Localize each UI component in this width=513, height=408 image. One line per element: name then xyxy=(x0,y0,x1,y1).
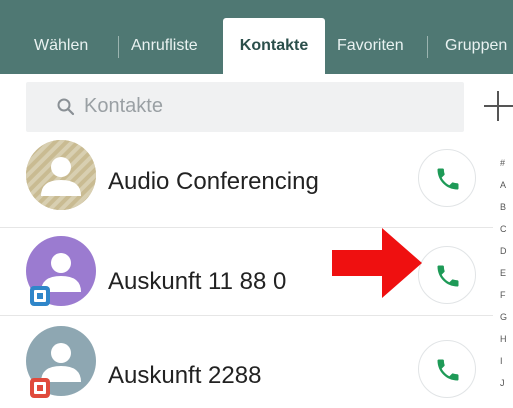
index-letter[interactable]: E xyxy=(500,268,512,278)
tab-divider xyxy=(118,36,119,58)
contact-name: Auskunft 2288 xyxy=(108,362,262,389)
call-button[interactable] xyxy=(418,246,476,304)
contact-name: Audio Conferencing xyxy=(108,168,319,195)
sim-card-icon xyxy=(30,378,50,398)
contact-row[interactable]: Auskunft 2288 xyxy=(0,316,493,404)
contact-name: Auskunft 11 88 0 xyxy=(108,268,287,295)
index-letter[interactable]: B xyxy=(500,202,512,212)
index-letter[interactable]: G xyxy=(500,312,512,322)
plus-icon xyxy=(484,91,513,121)
index-letter[interactable]: F xyxy=(500,290,512,300)
add-contact-button[interactable] xyxy=(476,86,513,126)
index-letter[interactable]: I xyxy=(500,356,512,366)
alphabet-index[interactable]: # A B C D E F G H I J xyxy=(496,158,513,408)
tab-bar: Wählen Anrufliste Kontakte Favoriten Gru… xyxy=(0,0,513,74)
avatar xyxy=(26,140,96,210)
search-icon xyxy=(57,98,75,116)
phone-icon xyxy=(437,168,459,190)
person-icon xyxy=(26,140,96,210)
call-button[interactable] xyxy=(418,149,476,207)
tab-divider xyxy=(427,36,428,58)
search-placeholder: Kontakte xyxy=(84,95,163,117)
index-letter[interactable]: A xyxy=(500,180,512,190)
phone-icon xyxy=(437,359,459,381)
sim-card-icon xyxy=(30,286,50,306)
phone-icon xyxy=(437,265,459,287)
red-arrow-annotation xyxy=(332,228,422,298)
index-letter[interactable]: H xyxy=(500,334,512,344)
tab-contacts[interactable]: Kontakte xyxy=(223,18,325,74)
index-letter[interactable]: D xyxy=(500,246,512,256)
tab-groups[interactable]: Gruppen xyxy=(445,18,507,74)
tab-call-log[interactable]: Anrufliste xyxy=(131,18,198,74)
contact-list: Audio Conferencing Auskunft 11 88 0 Ausk… xyxy=(0,140,513,408)
tab-favorites[interactable]: Favoriten xyxy=(337,18,404,74)
index-letter[interactable]: J xyxy=(500,378,512,388)
index-letter[interactable]: C xyxy=(500,224,512,234)
tab-dial[interactable]: Wählen xyxy=(34,18,88,74)
search-input[interactable]: Kontakte xyxy=(26,82,464,132)
contact-row[interactable]: Audio Conferencing xyxy=(0,140,493,228)
index-letter[interactable]: # xyxy=(500,158,512,168)
call-button[interactable] xyxy=(418,340,476,398)
